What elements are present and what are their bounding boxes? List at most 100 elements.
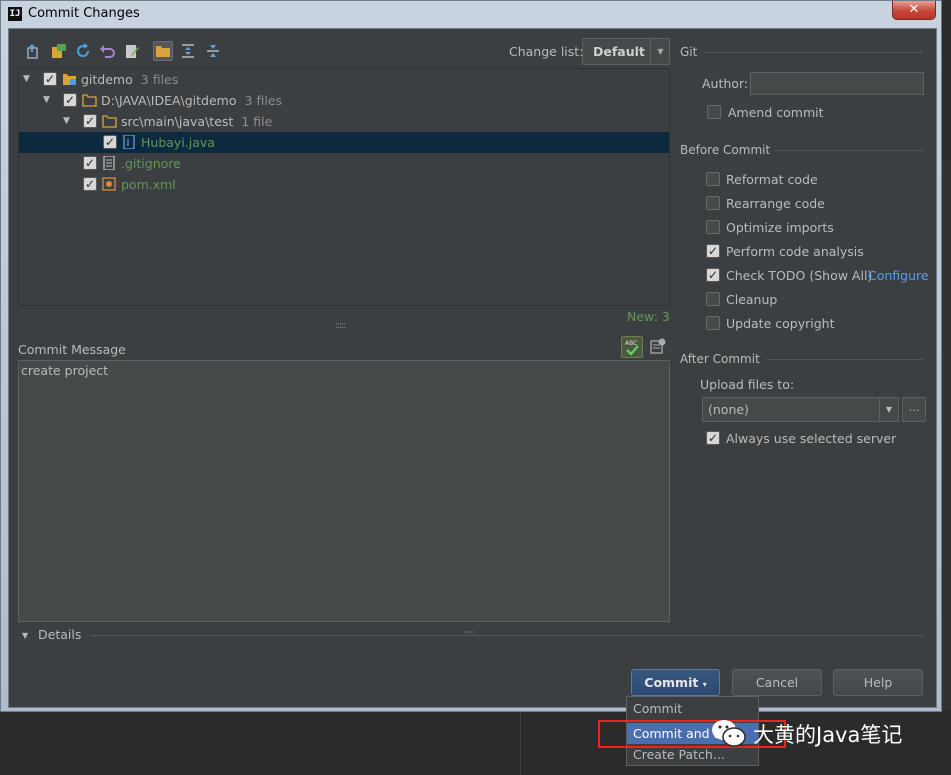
new-files-count: New: 3 — [627, 309, 670, 324]
details-divider — [91, 635, 924, 636]
collapse-arrow-icon[interactable]: ▼ — [63, 116, 70, 126]
dropdown-arrow-icon: ▾ — [702, 680, 707, 689]
tree-row-pom[interactable]: ✓ pom.xml — [19, 174, 669, 195]
perform-code-analysis-label[interactable]: Perform code analysis — [726, 244, 864, 259]
tree-item-name: gitdemo — [81, 72, 133, 87]
window-title: Commit Changes — [28, 6, 140, 21]
tree-row-root-dir[interactable]: ▼ ✓ D:\JAVA\IDEA\gitdemo 3 files — [19, 90, 669, 111]
edit-source-icon[interactable] — [124, 43, 140, 59]
tree-item-name: src\main\java\test — [121, 114, 234, 129]
wechat-logo-icon — [712, 720, 746, 747]
java-file-icon — [123, 135, 135, 149]
check-todo-label[interactable]: Check TODO (Show All) — [726, 268, 872, 283]
tree-item-count: 1 file — [241, 114, 273, 129]
author-input[interactable] — [750, 72, 924, 95]
splitter-handle[interactable]: ::::: — [335, 321, 346, 331]
git-section-title: Git — [680, 45, 698, 59]
upload-files-label: Upload files to: — [700, 377, 795, 392]
cleanup-checkbox[interactable] — [706, 292, 720, 306]
move-to-changelist-icon[interactable] — [51, 43, 67, 59]
menu-item-commit[interactable]: Commit — [627, 698, 758, 719]
amend-commit-label[interactable]: Amend commit — [728, 105, 824, 120]
perform-code-analysis-checkbox[interactable]: ✓ — [706, 244, 720, 258]
chevron-down-icon: ▼ — [650, 39, 670, 64]
tree-item-name: .gitignore — [121, 156, 181, 171]
background-divider — [520, 712, 521, 775]
tree-item-name: pom.xml — [121, 177, 176, 192]
upload-server-value: (none) — [708, 402, 749, 417]
details-label[interactable]: Details — [38, 627, 81, 642]
upload-server-dropdown[interactable]: (none) ▼ — [702, 397, 899, 422]
tree-item-count: 3 files — [244, 93, 282, 108]
author-label: Author: — [702, 76, 749, 91]
tree-row-src-dir[interactable]: ▼ ✓ src\main\java\test 1 file — [19, 111, 669, 132]
details-splitter-handle[interactable]: ::::: — [464, 629, 475, 639]
spellcheck-icon[interactable]: ABC — [621, 336, 643, 358]
tree-row-gitignore[interactable]: ✓ .gitignore — [19, 153, 669, 174]
commit-dialog: IJ Commit Changes ✕ Change list: Default… — [0, 0, 942, 712]
diff-icon[interactable] — [26, 43, 42, 59]
text-file-icon — [103, 156, 115, 170]
include-checkbox[interactable]: ✓ — [103, 135, 117, 149]
reformat-code-checkbox[interactable] — [706, 172, 720, 186]
always-use-server-label[interactable]: Always use selected server — [726, 431, 896, 446]
refresh-icon[interactable] — [75, 43, 91, 59]
rearrange-code-label[interactable]: Rearrange code — [726, 196, 825, 211]
collapse-arrow-icon[interactable]: ▼ — [23, 74, 30, 84]
change-list-dropdown[interactable]: Default ▼ — [582, 38, 670, 65]
commit-message-input[interactable]: create project — [18, 360, 670, 622]
amend-commit-checkbox[interactable] — [707, 105, 721, 119]
intellij-app-icon: IJ — [8, 7, 22, 21]
collapse-arrow-icon[interactable]: ▼ — [43, 95, 50, 105]
change-list-value: Default — [593, 44, 645, 59]
group-by-directory-icon — [156, 46, 170, 57]
collapse-all-icon[interactable] — [205, 43, 221, 59]
commit-button[interactable]: Commit ▾ — [631, 669, 720, 696]
cancel-button[interactable]: Cancel — [732, 669, 822, 696]
check-todo-checkbox[interactable]: ✓ — [706, 268, 720, 282]
update-copyright-label[interactable]: Update copyright — [726, 316, 834, 331]
message-history-icon[interactable] — [650, 338, 666, 354]
watermark-text: 大黄的Java笔记 — [753, 723, 903, 747]
expand-all-icon[interactable] — [180, 43, 196, 59]
cleanup-label[interactable]: Cleanup — [726, 292, 777, 307]
update-copyright-checkbox[interactable] — [706, 316, 720, 330]
changed-files-tree: ▼ ✓ gitdemo 3 files ▼ ✓ D:\JAVA\IDEA\gitd… — [18, 68, 670, 306]
configure-link[interactable]: Configure — [868, 268, 929, 283]
rearrange-code-checkbox[interactable] — [706, 196, 720, 210]
chevron-down-icon: ▼ — [879, 398, 898, 421]
expand-details-icon[interactable]: ▼ — [22, 631, 28, 640]
always-use-server-checkbox[interactable]: ✓ — [706, 431, 720, 445]
folder-icon — [82, 94, 97, 107]
dialog-content: Change list: Default ▼ ▼ ✓ gitdemo 3 file… — [8, 28, 937, 708]
rollback-icon[interactable] — [99, 43, 115, 59]
tree-item-count: 3 files — [140, 72, 179, 87]
include-checkbox[interactable]: ✓ — [83, 156, 97, 170]
folder-icon — [102, 115, 117, 128]
commit-button-label: Commit — [644, 675, 699, 690]
after-commit-section-title: After Commit — [680, 352, 760, 366]
include-checkbox[interactable]: ✓ — [63, 93, 77, 107]
help-button[interactable]: Help — [833, 669, 923, 696]
include-checkbox[interactable]: ✓ — [83, 177, 97, 191]
optimize-imports-checkbox[interactable] — [706, 220, 720, 234]
browse-servers-button[interactable]: ... — [902, 397, 926, 422]
tree-row-java-file[interactable]: ✓ Hubayi.java — [19, 132, 669, 153]
maven-file-icon — [102, 177, 116, 191]
before-commit-section-title: Before Commit — [680, 143, 771, 157]
title-bar[interactable]: IJ Commit Changes ✕ — [1, 1, 941, 27]
change-list-label: Change list: — [509, 44, 584, 59]
svg-text:ABC: ABC — [625, 340, 637, 347]
include-checkbox[interactable]: ✓ — [83, 114, 97, 128]
close-button[interactable]: ✕ — [892, 1, 936, 20]
tree-item-name: Hubayi.java — [141, 135, 215, 150]
include-checkbox[interactable]: ✓ — [43, 72, 57, 86]
module-folder-icon — [63, 74, 76, 85]
reformat-code-label[interactable]: Reformat code — [726, 172, 818, 187]
git-section-divider — [705, 52, 923, 53]
tree-item-name: D:\JAVA\IDEA\gitdemo — [101, 93, 237, 108]
before-commit-divider — [774, 150, 923, 151]
commit-message-label: Commit Message — [18, 342, 126, 357]
optimize-imports-label[interactable]: Optimize imports — [726, 220, 834, 235]
tree-row-project[interactable]: ▼ ✓ gitdemo 3 files — [19, 69, 669, 90]
